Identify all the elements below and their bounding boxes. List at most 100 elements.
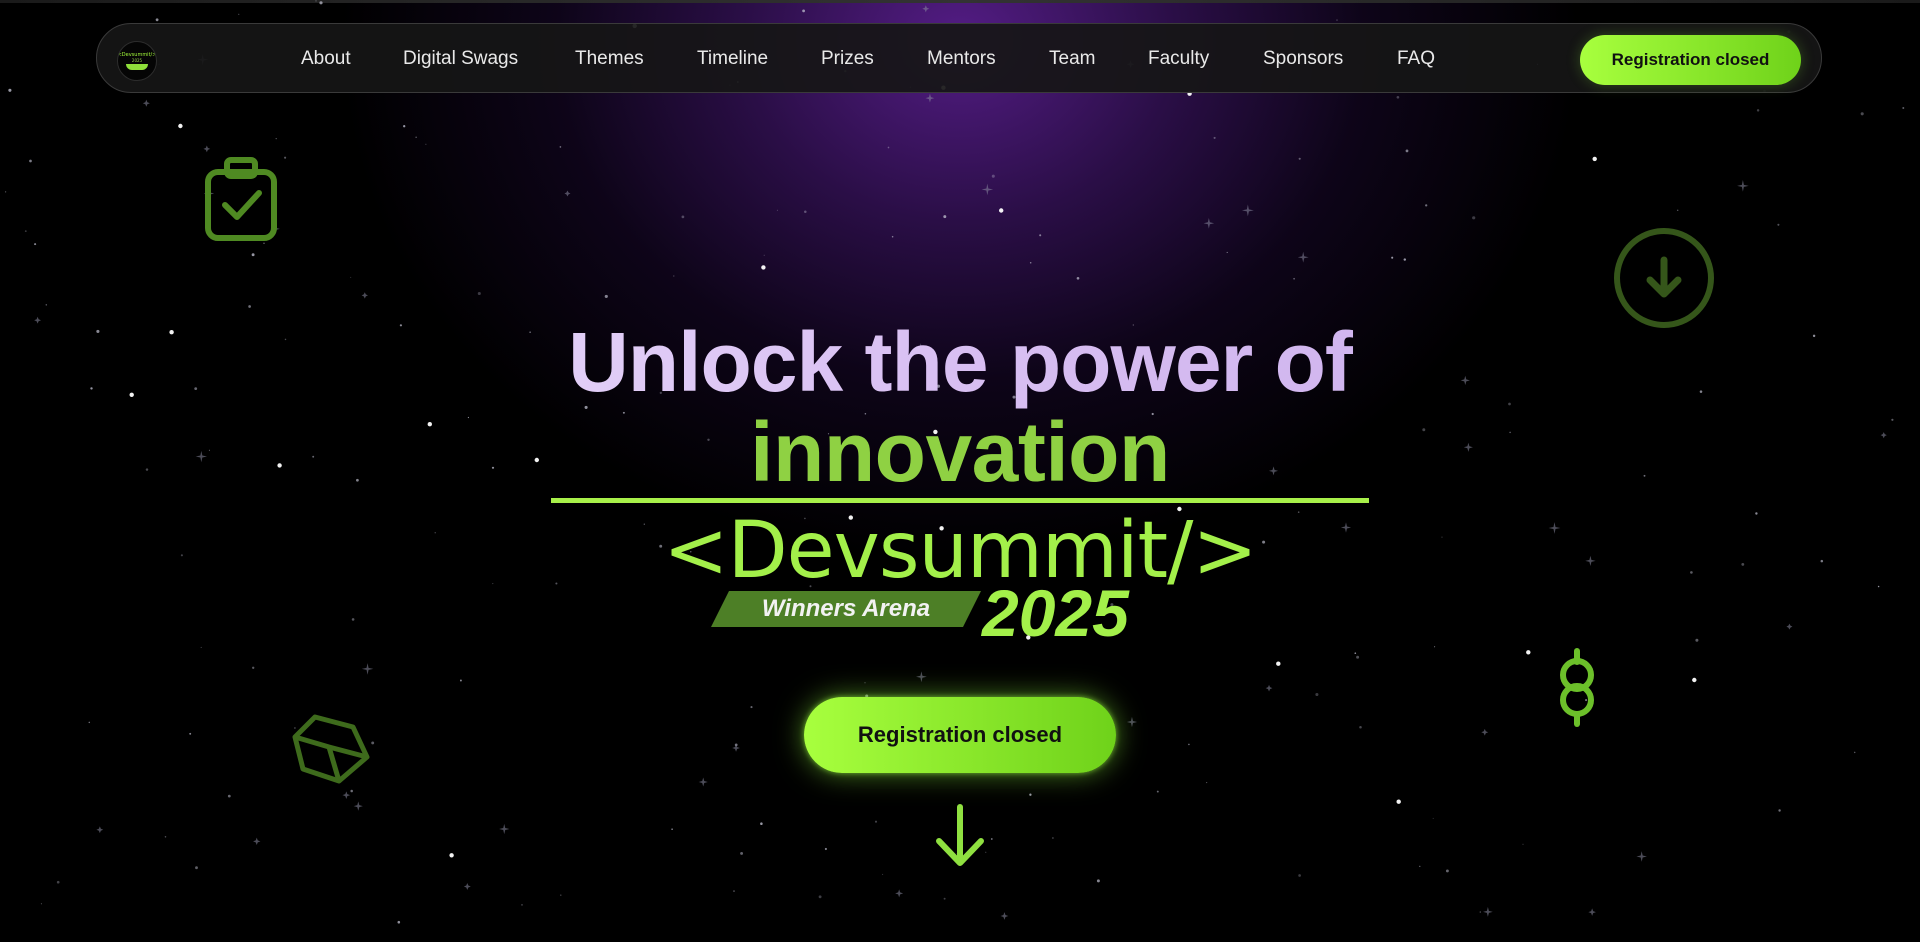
star — [351, 618, 355, 621]
cube-icon — [292, 714, 370, 784]
brand-wordmark: <Devsummit/> — [663, 506, 1258, 596]
star — [1336, 19, 1338, 21]
sparkle — [1241, 204, 1254, 217]
hero-registration-button[interactable]: Registration closed — [804, 697, 1116, 773]
star — [248, 305, 251, 308]
star — [1432, 817, 1434, 819]
star — [24, 230, 27, 232]
star — [189, 732, 192, 735]
star — [34, 243, 37, 246]
star — [1029, 793, 1032, 796]
star — [319, 1, 323, 5]
star — [1902, 107, 1905, 109]
nav-link-faculty[interactable]: Faculty — [1148, 48, 1209, 70]
sparkle — [564, 190, 571, 197]
star — [1315, 692, 1319, 697]
star — [761, 265, 766, 270]
nav-link-about[interactable]: About — [301, 48, 351, 70]
hero-divider — [551, 498, 1369, 503]
nav-link-team[interactable]: Team — [1049, 48, 1095, 70]
hero-headline-line1: Unlock the power of — [0, 314, 1920, 410]
sparkle — [916, 671, 927, 683]
star — [350, 789, 353, 793]
star — [459, 679, 462, 682]
nav-link-faq[interactable]: FAQ — [1397, 48, 1435, 70]
star — [1206, 782, 1208, 784]
star — [1226, 251, 1228, 253]
star — [1029, 262, 1032, 264]
star — [760, 822, 763, 825]
star — [403, 125, 406, 128]
star — [350, 276, 352, 278]
sparkle — [342, 791, 351, 799]
sparkle — [895, 889, 904, 898]
star — [1396, 799, 1401, 804]
star — [1522, 843, 1524, 845]
nav-link-sponsors[interactable]: Sponsors — [1263, 48, 1343, 70]
sparkle — [361, 663, 374, 675]
star — [1419, 865, 1421, 867]
star — [671, 828, 673, 830]
star — [284, 156, 287, 159]
star — [1076, 276, 1080, 280]
star — [824, 847, 827, 851]
star — [251, 253, 255, 257]
star — [425, 143, 427, 145]
star — [891, 235, 894, 238]
star — [88, 721, 91, 724]
nav-registration-button[interactable]: Registration closed — [1580, 35, 1801, 85]
star — [1391, 256, 1394, 259]
nav-link-prizes[interactable]: Prizes — [821, 48, 874, 70]
star — [1425, 204, 1428, 207]
star — [1676, 209, 1679, 212]
star — [1756, 109, 1760, 112]
nav-link-themes[interactable]: Themes — [575, 48, 644, 70]
sparkle — [1786, 623, 1793, 630]
star — [604, 294, 608, 298]
star — [1298, 157, 1301, 160]
winners-arena-label: Winners Arena — [761, 595, 931, 622]
sparkle — [1481, 728, 1489, 736]
nav-link-timeline[interactable]: Timeline — [697, 48, 768, 70]
nav-link-mentors[interactable]: Mentors — [927, 48, 996, 70]
star — [227, 794, 231, 798]
star — [155, 18, 159, 22]
star — [740, 851, 744, 855]
star — [449, 853, 454, 858]
star — [1695, 638, 1699, 642]
star — [991, 174, 995, 178]
star — [397, 920, 401, 924]
sparkle — [922, 5, 930, 13]
star — [1777, 223, 1780, 226]
arrow-down-icon[interactable] — [933, 803, 987, 869]
star — [238, 13, 240, 15]
nav-link-digital-swags[interactable]: Digital Swags — [403, 48, 518, 70]
star — [200, 646, 202, 648]
nav-links: About Digital Swags Themes Timeline Priz… — [97, 24, 1821, 92]
star — [315, 0, 317, 2]
star — [164, 836, 167, 838]
star — [1276, 661, 1281, 666]
star — [802, 9, 805, 13]
navbar: <Devsummit/> 2025 About Digital Swags Th… — [96, 23, 1822, 93]
sparkle — [732, 744, 740, 752]
star — [750, 706, 753, 709]
star — [252, 666, 255, 669]
star — [1405, 149, 1409, 153]
star — [559, 146, 562, 148]
sparkle — [361, 292, 368, 299]
star — [178, 123, 183, 129]
star — [1403, 258, 1407, 261]
star — [818, 895, 822, 899]
star — [1298, 874, 1301, 877]
star — [1096, 879, 1100, 883]
star — [1052, 837, 1054, 839]
sparkle — [499, 823, 510, 835]
star — [1354, 652, 1357, 655]
hero-headline-line2: innovation — [750, 405, 1170, 499]
star — [415, 136, 417, 138]
star — [1356, 655, 1360, 659]
star — [1156, 790, 1159, 793]
sparkle — [1126, 716, 1138, 728]
sparkle — [1737, 180, 1749, 192]
